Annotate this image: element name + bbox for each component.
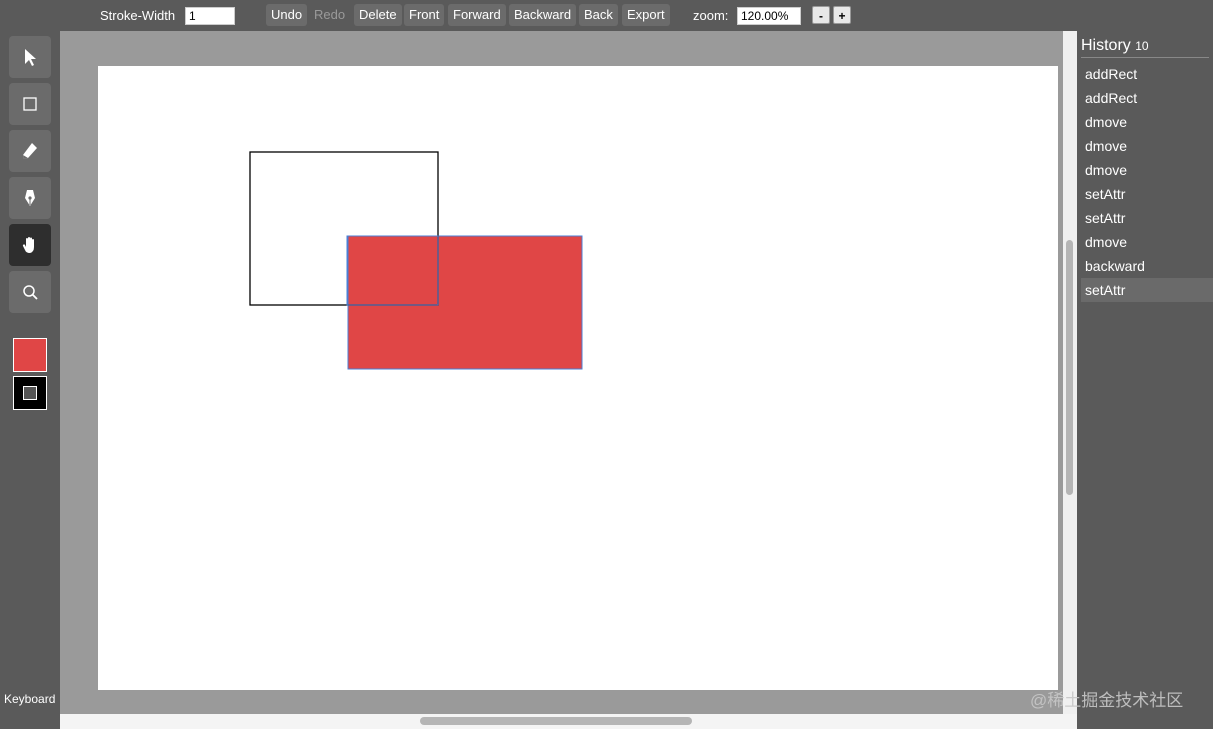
stroke-color-inner [23,386,37,400]
zoom-input[interactable] [737,7,801,25]
history-item[interactable]: addRect [1081,86,1213,110]
history-header: History 10 [1081,37,1209,58]
select-tool-button[interactable] [9,36,51,78]
forward-button[interactable]: Forward [448,4,506,26]
history-title: History [1081,37,1131,54]
stroke-color-swatch[interactable] [13,376,47,410]
cursor-arrow-icon [25,49,36,66]
history-item[interactable]: dmove [1081,134,1213,158]
export-button[interactable]: Export [622,4,670,26]
history-item[interactable]: dmove [1081,158,1213,182]
watermark: @稀土掘金技术社区 [1030,691,1184,710]
keyboard-shortcuts-label[interactable]: Keyboard [4,692,55,706]
rectangle-icon [23,97,37,111]
left-tool-panel: Keyboard [0,31,60,729]
zoom-label: zoom: [693,8,729,23]
history-item[interactable]: addRect [1081,62,1213,86]
delete-button[interactable]: Delete [354,4,402,26]
pen-nib-icon [25,190,35,206]
hand-icon [22,237,34,253]
history-item[interactable]: dmove [1081,110,1213,134]
drawing-svg[interactable] [98,66,1058,690]
back-button[interactable]: Back [579,4,618,26]
magnifier-icon [23,285,38,300]
front-button[interactable]: Front [404,4,445,26]
history-panel: History 10 addRect addRect dmove dmove dmove… [1077,31,1213,729]
rectangle-tool-button[interactable] [9,83,51,125]
stroke-width-label: Stroke-Width [100,8,176,23]
pen-tool-button[interactable] [9,177,51,219]
svg-editor-app: Stroke-Width Undo Redo Delete Front Forw… [0,0,1213,729]
history-item[interactable]: setAttr [1081,182,1213,206]
vertical-scrollbar-thumb[interactable] [1066,240,1073,495]
pan-tool-button[interactable] [9,224,51,266]
history-count: 10 [1135,39,1149,53]
pencil-icon [23,143,37,159]
red-filled-rectangle[interactable] [347,235,583,370]
zoom-in-button[interactable]: + [833,6,851,24]
redo-button[interactable]: Redo [309,4,350,26]
drawing-canvas[interactable] [98,66,1058,690]
canvas-workarea[interactable] [60,31,1063,714]
history-item[interactable]: dmove [1081,230,1213,254]
backward-button[interactable]: Backward [509,4,577,26]
history-item[interactable]: setAttr [1081,278,1213,302]
history-item[interactable]: setAttr [1081,206,1213,230]
zoom-out-button[interactable]: - [812,6,830,24]
zoom-tool-button[interactable] [9,271,51,313]
top-toolbar: Stroke-Width Undo Redo Delete Front Forw… [0,0,1213,31]
history-item[interactable]: backward [1081,254,1213,278]
horizontal-scrollbar-thumb[interactable] [420,717,692,725]
fill-color-swatch[interactable] [13,338,47,372]
undo-button[interactable]: Undo [266,4,308,26]
stroke-width-input[interactable] [185,7,235,25]
pencil-tool-button[interactable] [9,130,51,172]
